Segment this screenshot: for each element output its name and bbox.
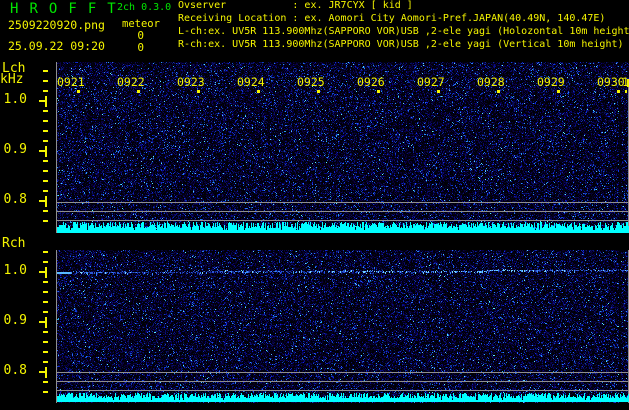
time-label: 0926 bbox=[357, 75, 385, 89]
time-label: 0930 bbox=[597, 75, 625, 89]
frequency-unit-label: kHz bbox=[0, 72, 24, 87]
rch-receiver-info-line: R-ch:ex. UV5R 113.900Mhz(SAPPORO VOR)USB… bbox=[178, 39, 624, 50]
observer-info-line: Ovserver : ex. JR7CYX [ kid ] bbox=[178, 0, 413, 11]
frequency-tick-label: 1.0 bbox=[3, 263, 27, 278]
lch-receiver-info-line: L-ch:ex. UV5R 113.900Mhz(SAPPORO VOR)USB… bbox=[178, 26, 629, 37]
meteor-count-lch: 0 bbox=[137, 29, 144, 42]
time-label: 0928 bbox=[477, 75, 505, 89]
time-label: 0929 bbox=[537, 75, 565, 89]
output-filename: 2509220920.png bbox=[8, 18, 105, 32]
time-label: 0923 bbox=[177, 75, 205, 89]
frequency-tick-label: 0.9 bbox=[3, 142, 27, 157]
spectrogram-canvas bbox=[0, 0, 629, 410]
frequency-tick-label: 0.8 bbox=[3, 363, 27, 378]
meteor-count-rch: 0 bbox=[137, 41, 144, 54]
time-label: 0922 bbox=[117, 75, 145, 89]
observation-datetime: 25.09.22 09:20 bbox=[8, 39, 105, 53]
time-label: 0921 bbox=[57, 75, 85, 89]
app-version: 2ch 0.3.0 bbox=[117, 2, 172, 13]
frequency-tick-label: 0.9 bbox=[3, 313, 27, 328]
app-title: H R O F F T bbox=[10, 1, 118, 17]
rch-panel-label: Rch bbox=[2, 236, 26, 251]
time-label: 0927 bbox=[417, 75, 445, 89]
time-label: 0924 bbox=[237, 75, 265, 89]
location-info-line: Receiving Location : ex. Aomori City Aom… bbox=[178, 13, 606, 24]
frequency-tick-label: 1.0 bbox=[3, 92, 27, 107]
time-label: 0925 bbox=[297, 75, 325, 89]
frequency-tick-label: 0.8 bbox=[3, 192, 27, 207]
hrofft-output-image: H R O F F T 2ch 0.3.0 2509220920.png met… bbox=[0, 0, 629, 410]
